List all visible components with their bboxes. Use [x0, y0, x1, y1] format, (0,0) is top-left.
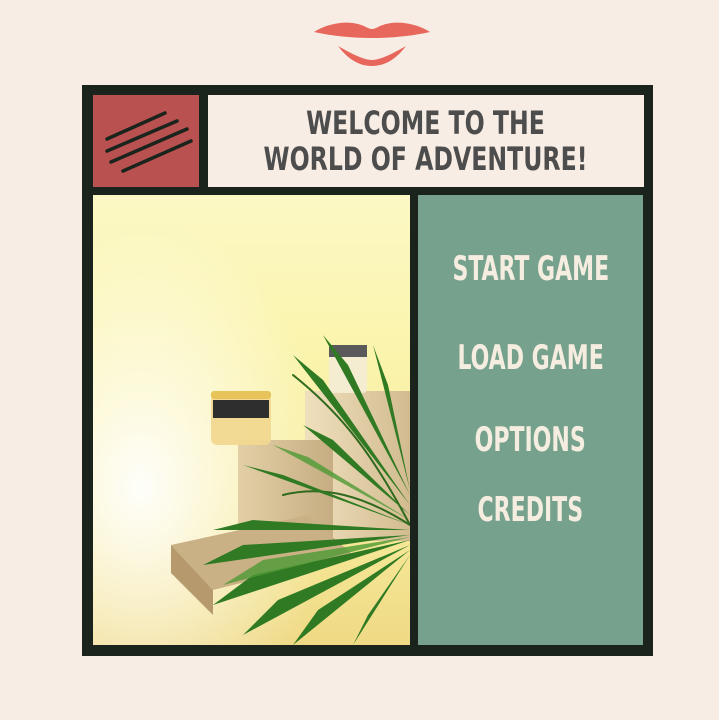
- title-line-1: WELCOME TO THE: [306, 104, 546, 142]
- title-line-2: WORLD OF ADVENTURE!: [264, 140, 588, 178]
- options-label: OPTIONS: [474, 420, 587, 460]
- main-menu-frame: WELCOME TO THE WORLD OF ADVENTURE! START…: [82, 85, 653, 656]
- credits-button[interactable]: CREDITS: [418, 490, 643, 530]
- lips-logo: [314, 22, 430, 66]
- start-game-button[interactable]: START GAME: [418, 249, 643, 289]
- title-panel: WELCOME TO THE WORLD OF ADVENTURE!: [208, 95, 644, 187]
- game-title: WELCOME TO THE WORLD OF ADVENTURE!: [264, 105, 588, 177]
- stripes-badge: [93, 95, 199, 187]
- cosmetics-illustration: [93, 195, 410, 645]
- options-button[interactable]: OPTIONS: [418, 420, 643, 460]
- menu-panel: START GAME LOAD GAME OPTIONS CREDITS: [418, 195, 643, 645]
- diagonal-stripes-icon: [105, 111, 193, 173]
- credits-label: CREDITS: [477, 490, 584, 530]
- load-game-label: LOAD GAME: [457, 338, 604, 378]
- feature-image: [93, 195, 410, 645]
- start-game-label: START GAME: [452, 249, 609, 289]
- load-game-button[interactable]: LOAD GAME: [418, 338, 643, 378]
